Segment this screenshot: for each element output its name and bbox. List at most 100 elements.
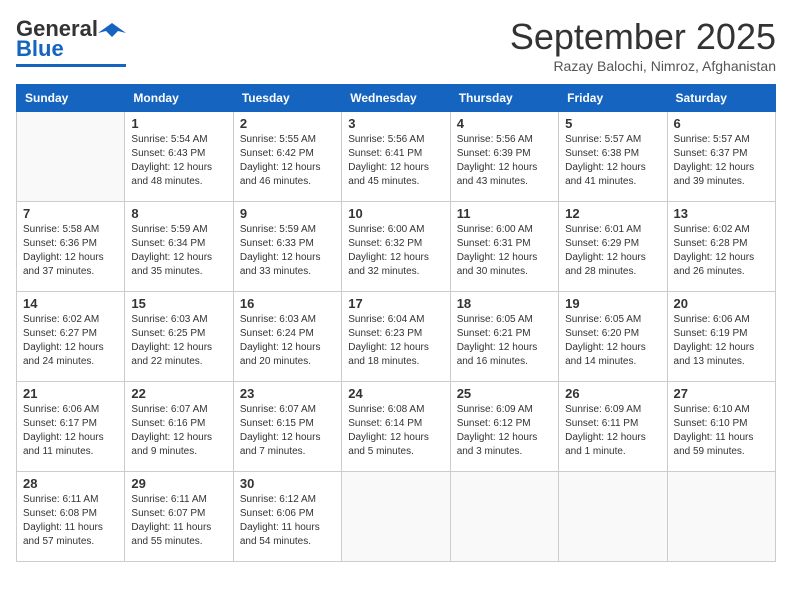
- calendar-cell: 6Sunrise: 5:57 AMSunset: 6:37 PMDaylight…: [667, 112, 775, 202]
- calendar-week-2: 7 Sunrise: 5:58 AMSunset: 6:36 PMDaylight…: [17, 202, 776, 292]
- day-info: Sunrise: 6:03 AMSunset: 6:25 PMDaylight:…: [131, 313, 226, 369]
- day-info: Sunrise: 6:08 AMSunset: 6:14 PMDaylight:…: [348, 403, 443, 459]
- calendar-cell: 8Sunrise: 5:59 AMSunset: 6:34 PMDaylight…: [125, 202, 233, 292]
- day-info: Sunrise: 6:00 AMSunset: 6:32 PMDaylight:…: [348, 223, 443, 279]
- day-number: 21: [23, 386, 118, 401]
- calendar-cell: 28Sunrise: 6:11 AMSunset: 6:08 PMDayligh…: [17, 472, 125, 562]
- day-info: Sunrise: 5:56 AMSunset: 6:39 PMDaylight:…: [457, 133, 552, 189]
- day-info: Sunrise: 6:00 AMSunset: 6:31 PMDaylight:…: [457, 223, 552, 279]
- day-number: 8: [131, 206, 226, 221]
- calendar-cell: 11 Sunrise: 6:00 AMSunset: 6:31 PMDayligh…: [450, 202, 558, 292]
- calendar-cell: 16 Sunrise: 6:03 AMSunset: 6:24 PMDayligh…: [233, 292, 341, 382]
- day-number: 7: [23, 206, 118, 221]
- calendar-cell: 21 Sunrise: 6:06 AMSunset: 6:17 PMDayligh…: [17, 382, 125, 472]
- logo-bird-icon: [98, 21, 126, 39]
- weekday-header-tuesday: Tuesday: [233, 85, 341, 112]
- logo: General Blue: [16, 16, 126, 67]
- day-number: 19: [565, 296, 660, 311]
- weekday-header-sunday: Sunday: [17, 85, 125, 112]
- day-info: Sunrise: 6:04 AMSunset: 6:23 PMDaylight:…: [348, 313, 443, 369]
- day-number: 23: [240, 386, 335, 401]
- day-info: Sunrise: 6:12 AMSunset: 6:06 PMDaylight:…: [240, 493, 335, 549]
- day-info: Sunrise: 5:54 AMSunset: 6:43 PMDaylight:…: [131, 133, 226, 189]
- calendar-cell: 30Sunrise: 6:12 AMSunset: 6:06 PMDayligh…: [233, 472, 341, 562]
- day-number: 29: [131, 476, 226, 491]
- day-info: Sunrise: 6:10 AMSunset: 6:10 PMDaylight:…: [674, 403, 769, 459]
- day-number: 15: [131, 296, 226, 311]
- day-number: 12: [565, 206, 660, 221]
- calendar-table: SundayMondayTuesdayWednesdayThursdayFrid…: [16, 84, 776, 562]
- day-number: 17: [348, 296, 443, 311]
- weekday-header-friday: Friday: [559, 85, 667, 112]
- day-number: 20: [674, 296, 769, 311]
- calendar-cell: 13 Sunrise: 6:02 AMSunset: 6:28 PMDayligh…: [667, 202, 775, 292]
- day-number: 5: [565, 116, 660, 131]
- calendar-cell: [559, 472, 667, 562]
- weekday-header-saturday: Saturday: [667, 85, 775, 112]
- calendar-cell: 25 Sunrise: 6:09 AMSunset: 6:12 PMDayligh…: [450, 382, 558, 472]
- calendar-week-1: 1 Sunrise: 5:54 AMSunset: 6:43 PMDaylight…: [17, 112, 776, 202]
- weekday-header-monday: Monday: [125, 85, 233, 112]
- calendar-cell: 5 Sunrise: 5:57 AMSunset: 6:38 PMDaylight…: [559, 112, 667, 202]
- calendar-cell: 20 Sunrise: 6:06 AMSunset: 6:19 PMDayligh…: [667, 292, 775, 382]
- day-number: 24: [348, 386, 443, 401]
- calendar-cell: 26 Sunrise: 6:09 AMSunset: 6:11 PMDayligh…: [559, 382, 667, 472]
- day-info: Sunrise: 5:55 AMSunset: 6:42 PMDaylight:…: [240, 133, 335, 189]
- calendar-cell: 9Sunrise: 5:59 AMSunset: 6:33 PMDaylight…: [233, 202, 341, 292]
- calendar-cell: 4 Sunrise: 5:56 AMSunset: 6:39 PMDaylight…: [450, 112, 558, 202]
- calendar-cell: 14 Sunrise: 6:02 AMSunset: 6:27 PMDayligh…: [17, 292, 125, 382]
- day-info: Sunrise: 6:05 AMSunset: 6:21 PMDaylight:…: [457, 313, 552, 369]
- day-number: 14: [23, 296, 118, 311]
- day-info: Sunrise: 6:09 AMSunset: 6:11 PMDaylight:…: [565, 403, 660, 459]
- calendar-cell: 15 Sunrise: 6:03 AMSunset: 6:25 PMDayligh…: [125, 292, 233, 382]
- page-header: General Blue September 2025 Razay Baloch…: [16, 16, 776, 74]
- calendar-cell: 10Sunrise: 6:00 AMSunset: 6:32 PMDayligh…: [342, 202, 450, 292]
- day-number: 26: [565, 386, 660, 401]
- month-title: September 2025: [510, 16, 776, 58]
- day-number: 22: [131, 386, 226, 401]
- day-info: Sunrise: 6:02 AMSunset: 6:28 PMDaylight:…: [674, 223, 769, 279]
- calendar-cell: 17 Sunrise: 6:04 AMSunset: 6:23 PMDayligh…: [342, 292, 450, 382]
- weekday-header-thursday: Thursday: [450, 85, 558, 112]
- day-info: Sunrise: 6:05 AMSunset: 6:20 PMDaylight:…: [565, 313, 660, 369]
- calendar-cell: 27Sunrise: 6:10 AMSunset: 6:10 PMDayligh…: [667, 382, 775, 472]
- day-info: Sunrise: 6:03 AMSunset: 6:24 PMDaylight:…: [240, 313, 335, 369]
- day-info: Sunrise: 6:06 AMSunset: 6:17 PMDaylight:…: [23, 403, 118, 459]
- calendar-cell: 12Sunrise: 6:01 AMSunset: 6:29 PMDayligh…: [559, 202, 667, 292]
- logo-underline: [16, 64, 126, 67]
- calendar-cell: 23 Sunrise: 6:07 AMSunset: 6:15 PMDayligh…: [233, 382, 341, 472]
- title-block: September 2025 Razay Balochi, Nimroz, Af…: [510, 16, 776, 74]
- calendar-week-5: 28Sunrise: 6:11 AMSunset: 6:08 PMDayligh…: [17, 472, 776, 562]
- calendar-cell: 22 Sunrise: 6:07 AMSunset: 6:16 PMDayligh…: [125, 382, 233, 472]
- day-info: Sunrise: 6:11 AMSunset: 6:08 PMDaylight:…: [23, 493, 118, 549]
- day-info: Sunrise: 6:11 AMSunset: 6:07 PMDaylight:…: [131, 493, 226, 549]
- day-number: 3: [348, 116, 443, 131]
- day-info: Sunrise: 6:02 AMSunset: 6:27 PMDaylight:…: [23, 313, 118, 369]
- calendar-cell: [17, 112, 125, 202]
- day-number: 4: [457, 116, 552, 131]
- day-info: Sunrise: 6:07 AMSunset: 6:15 PMDaylight:…: [240, 403, 335, 459]
- day-number: 16: [240, 296, 335, 311]
- day-info: Sunrise: 5:56 AMSunset: 6:41 PMDaylight:…: [348, 133, 443, 189]
- day-number: 6: [674, 116, 769, 131]
- day-info: Sunrise: 6:07 AMSunset: 6:16 PMDaylight:…: [131, 403, 226, 459]
- calendar-cell: [667, 472, 775, 562]
- calendar-cell: 7 Sunrise: 5:58 AMSunset: 6:36 PMDaylight…: [17, 202, 125, 292]
- day-info: Sunrise: 6:09 AMSunset: 6:12 PMDaylight:…: [457, 403, 552, 459]
- calendar-cell: 3 Sunrise: 5:56 AMSunset: 6:41 PMDaylight…: [342, 112, 450, 202]
- day-number: 13: [674, 206, 769, 221]
- calendar-cell: [342, 472, 450, 562]
- day-info: Sunrise: 6:06 AMSunset: 6:19 PMDaylight:…: [674, 313, 769, 369]
- day-info: Sunrise: 5:57 AMSunset: 6:38 PMDaylight:…: [565, 133, 660, 189]
- calendar-cell: 1 Sunrise: 5:54 AMSunset: 6:43 PMDaylight…: [125, 112, 233, 202]
- calendar-cell: 24 Sunrise: 6:08 AMSunset: 6:14 PMDayligh…: [342, 382, 450, 472]
- calendar-cell: [450, 472, 558, 562]
- day-number: 25: [457, 386, 552, 401]
- weekday-header-wednesday: Wednesday: [342, 85, 450, 112]
- day-info: Sunrise: 5:58 AMSunset: 6:36 PMDaylight:…: [23, 223, 118, 279]
- day-number: 1: [131, 116, 226, 131]
- calendar-cell: 2Sunrise: 5:55 AMSunset: 6:42 PMDaylight…: [233, 112, 341, 202]
- day-number: 9: [240, 206, 335, 221]
- day-number: 18: [457, 296, 552, 311]
- day-number: 11: [457, 206, 552, 221]
